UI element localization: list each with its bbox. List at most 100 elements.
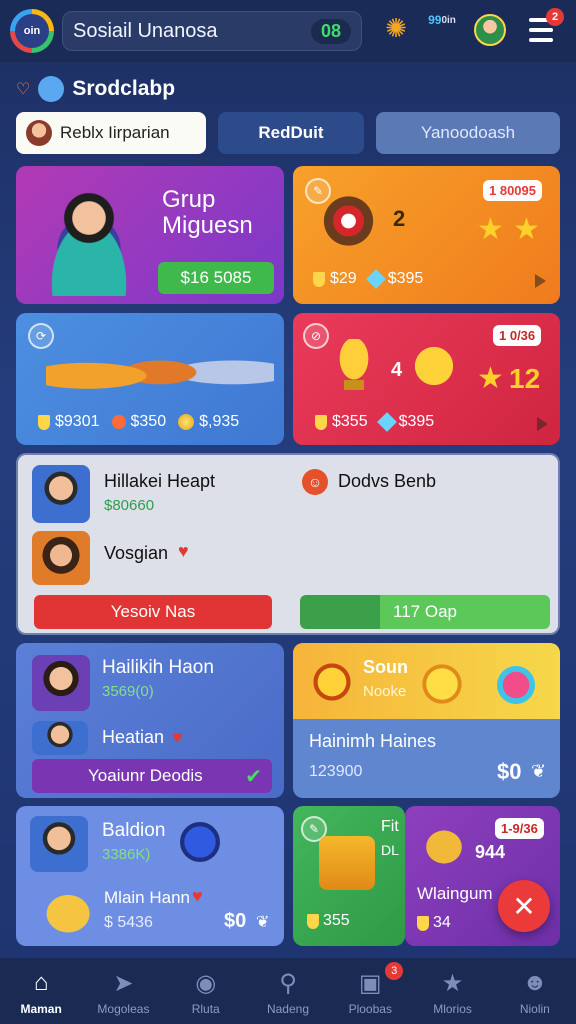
- feed-right-button[interactable]: 117 Oap: [300, 595, 550, 629]
- section-title: Srodclabp: [72, 77, 176, 100]
- orange-badge: 1 80095: [483, 180, 542, 201]
- gold-name: Hainimh Haines: [309, 731, 437, 751]
- nav-item-favorites[interactable]: ★ Mlorios: [411, 958, 493, 1024]
- user-avatar[interactable]: [32, 465, 90, 523]
- feed-left-button[interactable]: Yesoiv Nas: [34, 595, 272, 629]
- inbox-icon: ▣: [358, 969, 382, 997]
- coin-icon: [307, 657, 357, 707]
- nav-item-search[interactable]: ⚲ Nadeng: [247, 958, 329, 1024]
- nav-label: Mlorios: [433, 1002, 472, 1016]
- stats-widget[interactable]: 99 0in: [428, 14, 456, 27]
- nav-label: Rluta: [191, 1002, 220, 1016]
- shield-icon: [315, 414, 327, 430]
- group-title-2: Miguesn: [162, 212, 253, 239]
- heart-icon[interactable]: ♥: [172, 727, 183, 748]
- explore-icon: ◉: [195, 969, 217, 997]
- baldian-name: Baldion: [102, 820, 166, 841]
- orange-card[interactable]: ✎ 2 1 80095 ★ ★ $29 $395: [293, 166, 560, 304]
- group-price-button[interactable]: $16 5085: [158, 262, 274, 294]
- user-avatar[interactable]: [30, 816, 88, 872]
- chest-illustration: [317, 194, 387, 254]
- check-icon: ✔: [245, 765, 262, 788]
- trophy-icon: [329, 339, 379, 395]
- red-score: 12: [509, 363, 541, 394]
- tab-avatar: [26, 120, 52, 146]
- notification-badge: 2: [546, 8, 564, 26]
- search-title: Sosiail Unanosa: [73, 19, 218, 42]
- heart-icon: ♡: [16, 81, 31, 98]
- candy-icon: [489, 661, 543, 709]
- shield-icon: [307, 913, 319, 929]
- tab-third[interactable]: Yanoodoash: [376, 112, 560, 154]
- green-price: 355: [323, 912, 350, 929]
- nav-item-home[interactable]: ⌂ Maman: [0, 958, 82, 1024]
- coins-illustration: [405, 337, 463, 395]
- profile-button[interactable]: Yoaiunr Deodis ✔: [32, 759, 272, 793]
- orange-stat-1: $29: [330, 270, 357, 287]
- target-icon: ⊘: [303, 323, 329, 349]
- profile-avatar[interactable]: [474, 14, 506, 46]
- red-card[interactable]: ⊘ 4 1 0/36 ★ 12 $355 $395: [293, 313, 560, 445]
- chat-icon: [38, 76, 65, 102]
- tab-bar: Reblx Iirparian RedDuit Yanoodoash: [16, 112, 560, 154]
- stat-top: 99: [428, 13, 442, 27]
- app-logo[interactable]: oin: [10, 9, 54, 53]
- baldian-meta: 3386K): [102, 846, 151, 863]
- gem-icon: [376, 412, 397, 432]
- baldian-card[interactable]: Baldion 3386K) Mlain Hann ♥ $ 5436 $0 ❦: [16, 806, 284, 946]
- nav-badge: 3: [385, 962, 404, 980]
- nav-item-profile[interactable]: ☻ Niolin: [494, 958, 576, 1024]
- nav-item-inbox[interactable]: ▣ 3 Ploobas: [329, 958, 411, 1024]
- section-header: ♡ Srodclabp: [16, 76, 175, 102]
- blue-card[interactable]: ⟳ $9301 $350 $,935: [16, 313, 284, 445]
- shield-icon: [417, 915, 429, 931]
- baldian-sub: Mlain Hann: [104, 888, 190, 907]
- violet-name: Wlaingum: [417, 884, 493, 903]
- play-icon[interactable]: [535, 274, 546, 288]
- gem-icon: [365, 269, 386, 289]
- red-stats: $355 $395: [315, 412, 435, 432]
- gold-card[interactable]: Soun Nooke Hainimh Haines 123900 $0 ❦: [293, 643, 560, 798]
- feed-right-label: Dodvs Benb: [338, 471, 437, 491]
- tab-second[interactable]: RedDuit: [218, 112, 364, 154]
- heart-icon[interactable]: ♥: [178, 541, 189, 562]
- profile-card[interactable]: Hailikih Haon 3569(0) Heatian ♥ Yoaiunr …: [16, 643, 284, 798]
- blue-stat-2: $350: [130, 413, 167, 430]
- profile-name: Hailikih Haon: [102, 657, 214, 678]
- nav-label: Mogoleas: [97, 1002, 150, 1016]
- red-stat-1: $355: [332, 413, 368, 430]
- gold-price: $0: [497, 759, 522, 784]
- user-avatar[interactable]: [32, 655, 90, 711]
- star-icon: ★: [477, 213, 504, 246]
- nav-item-send[interactable]: ➤ Mogoleas: [82, 958, 164, 1024]
- star-icon: ★: [441, 969, 464, 997]
- red-stat-2: $395: [398, 413, 435, 430]
- coin-icon: [417, 659, 467, 709]
- group-card[interactable]: Grup Miguesn $16 5085: [16, 166, 284, 304]
- green-price-row: 355: [307, 912, 350, 930]
- bottom-nav: ⌂ Maman ➤ Mogoleas ◉ Rluta ⚲ Nadeng ▣ 3 …: [0, 958, 576, 1024]
- search-icon: ⚲: [279, 969, 297, 997]
- green-subtitle: DL: [381, 842, 399, 858]
- violet-price: 34: [433, 914, 451, 931]
- gold-subtitle: Nooke: [363, 683, 407, 700]
- search-bar[interactable]: Sosiail Unanosa 08: [62, 11, 362, 51]
- gift-icon: [319, 836, 375, 890]
- blue-stat-3: $,935: [199, 413, 240, 430]
- nav-label: Ploobas: [348, 1002, 392, 1016]
- play-icon[interactable]: [537, 417, 548, 431]
- user-avatar[interactable]: [32, 531, 90, 585]
- nav-label: Nadeng: [266, 1002, 309, 1016]
- tab-first[interactable]: Reblx Iirparian: [16, 112, 206, 154]
- heart-icon[interactable]: ♥: [192, 886, 203, 907]
- nav-item-explore[interactable]: ◉ Rluta: [165, 958, 247, 1024]
- star-icon: ★: [513, 213, 540, 246]
- ruby-icon: [111, 415, 126, 429]
- green-card[interactable]: ✎ Fit DL 355: [293, 806, 405, 946]
- star-icon: ★: [477, 362, 504, 395]
- gear-icon[interactable]: ✺: [382, 14, 410, 42]
- home-icon: ⌂: [33, 969, 49, 996]
- violet-price-row: 34: [417, 914, 451, 932]
- close-fab-button[interactable]: ✕: [498, 880, 550, 932]
- orange-stats: $29 $395: [313, 269, 423, 289]
